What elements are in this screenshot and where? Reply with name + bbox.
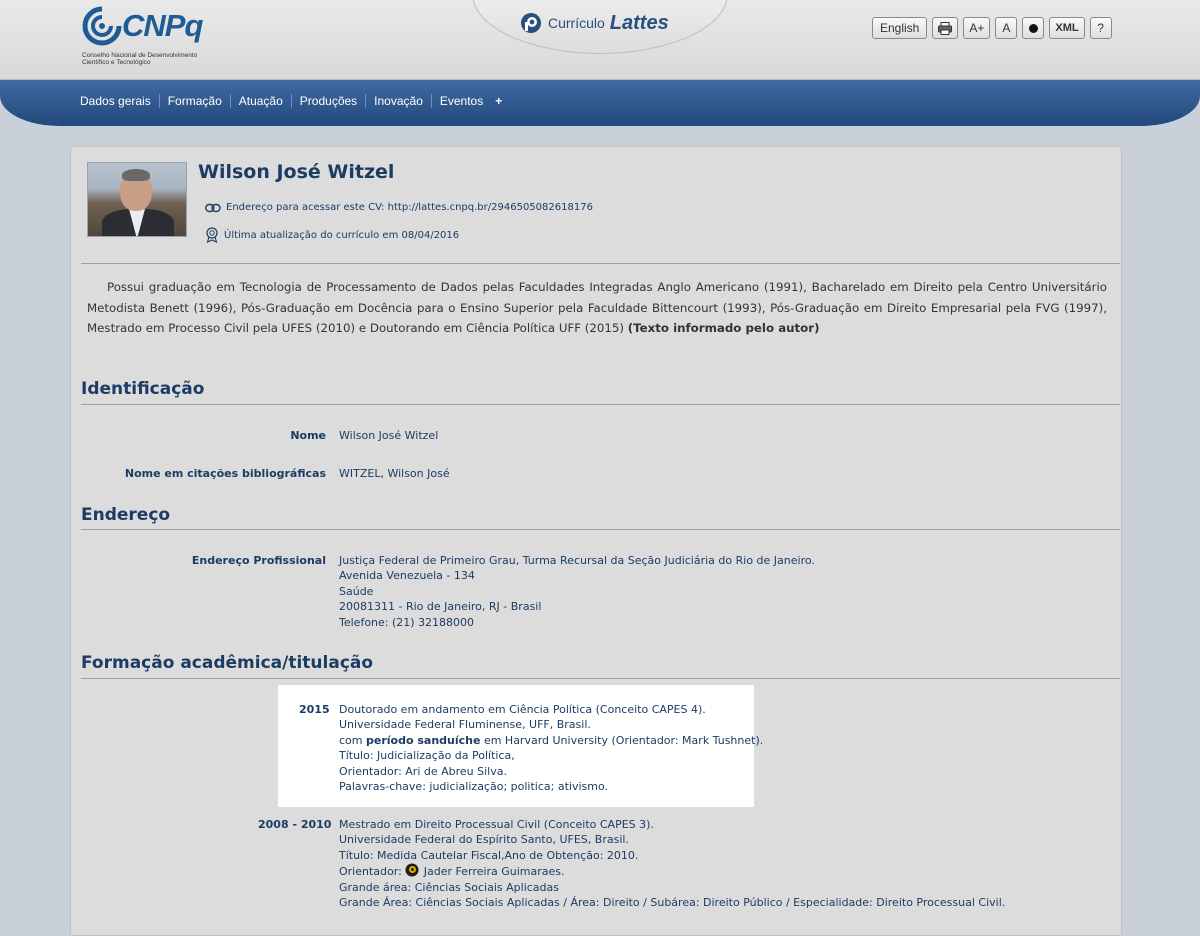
resumo-note: (Texto informado pelo autor) xyxy=(627,321,820,336)
formacao-line: Orientador: Jader Ferreira Guimaraes. xyxy=(339,863,1005,879)
main-nav: Dados gerais Formação Atuação Produções … xyxy=(80,94,506,108)
nav-inovacao[interactable]: Inovação xyxy=(366,94,432,108)
formacao-line: com período sanduíche em Harvard Univers… xyxy=(339,733,763,748)
cv-url-text[interactable]: Endereço para acessar este CV: http://la… xyxy=(226,202,593,213)
citacao-value: WITZEL, Wilson José xyxy=(339,467,450,480)
curriculo-lattes-title[interactable]: Currículo Lattes xyxy=(520,8,669,38)
citacao-label: Nome em citações bibliográficas xyxy=(124,467,326,480)
app-title-curriculo: Currículo xyxy=(548,15,605,31)
nav-atuacao[interactable]: Atuação xyxy=(231,94,292,108)
cnpq-logo-icon xyxy=(82,6,122,46)
section-endereco: Endereço xyxy=(81,505,171,525)
cnpq-logo-text: CNPq xyxy=(122,8,203,43)
last-update-line: Última atualização do currículo em 08/04… xyxy=(205,227,459,243)
formacao-line: Palavras-chave: judicialização; politica… xyxy=(339,780,608,794)
nav-formacao[interactable]: Formação xyxy=(160,94,231,108)
printer-icon xyxy=(938,21,953,35)
cv-content-card: Wilson José Witzel Endereço para acessar… xyxy=(70,146,1122,936)
resumo-text: Possui graduação em Tecnologia de Proces… xyxy=(87,277,1107,339)
divider xyxy=(81,529,1120,530)
endereco-profissional-value: Justiça Federal de Primeiro Grau, Turma … xyxy=(339,553,815,630)
cnpq-logo-subtitle: Conselho Nacional de Desenvolvimento Cie… xyxy=(82,52,222,66)
sanduiche-post: em Harvard University (Orientador: Mark … xyxy=(483,733,764,747)
resumo-body: Possui graduação em Tecnologia de Proces… xyxy=(87,280,1107,336)
divider xyxy=(81,263,1120,264)
sanduiche-bold: período sanduíche xyxy=(366,733,481,747)
last-update-text: Última atualização do currículo em 08/04… xyxy=(224,229,460,241)
english-language-button[interactable]: English xyxy=(872,17,928,39)
endereco-line: Saúde xyxy=(339,584,374,598)
section-identificacao: Identificação xyxy=(81,379,205,399)
toolbar: English A+ A XML ? xyxy=(872,17,1112,39)
link-icon xyxy=(205,203,221,212)
section-formacao: Formação acadêmica/titulação xyxy=(81,653,374,673)
divider xyxy=(81,678,1120,679)
help-button[interactable]: ? xyxy=(1089,17,1112,39)
photo-hair xyxy=(122,169,150,181)
formacao-line: Grande Área: Ciências Sociais Aplicadas … xyxy=(339,896,1006,910)
cnpq-logo[interactable]: CNPq Conselho Nacional de Desenvolviment… xyxy=(82,6,242,72)
xml-button[interactable]: XML xyxy=(1049,17,1085,39)
orientador-label: Orientador: xyxy=(339,865,402,879)
update-badge-icon xyxy=(206,227,218,243)
formacao-line: Título: Medida Cautelar Fiscal,Ano de Ob… xyxy=(339,848,639,862)
nav-wrapper: Dados gerais Formação Atuação Produções … xyxy=(0,80,1200,128)
formacao-line: Orientador: Ari de Abreu Silva. xyxy=(339,764,507,778)
formacao-line: Doutorado em andamento em Ciência Políti… xyxy=(339,703,706,716)
formacao-year: 2015 xyxy=(299,703,330,716)
formacao-year: 2008 - 2010 xyxy=(258,818,332,831)
endereco-profissional-label: Endereço Profissional xyxy=(191,554,326,567)
endereco-line: 20081311 - Rio de Janeiro, RJ - Brasil xyxy=(339,600,542,614)
formacao-entry-mestrado: Mestrado em Direito Processual Civil (Co… xyxy=(339,817,1005,910)
formacao-line: Universidade Federal do Espírito Santo, … xyxy=(339,833,629,847)
nav-producoes[interactable]: Produções xyxy=(292,94,367,108)
formacao-line: Mestrado em Direito Processual Civil (Co… xyxy=(339,818,654,831)
logo-subtitle-line2: Científico e Tecnológico xyxy=(82,59,151,66)
app-title-lattes: Lattes xyxy=(609,11,669,34)
nome-value: Wilson José Witzel xyxy=(339,429,439,442)
divider xyxy=(81,404,1120,405)
formacao-line: Grande área: Ciências Sociais Aplicadas xyxy=(339,880,559,894)
sanduiche-pre: com xyxy=(339,733,363,747)
formacao-entry-doutorado: Doutorado em andamento em Ciência Políti… xyxy=(339,702,763,794)
font-reset-button[interactable]: A xyxy=(995,17,1018,39)
lattes-logo-icon xyxy=(521,13,541,33)
nome-label: Nome xyxy=(290,429,326,442)
endereco-line: Justiça Federal de Primeiro Grau, Turma … xyxy=(339,554,815,567)
font-increase-button[interactable]: A+ xyxy=(963,17,991,39)
main-nav-bar: Dados gerais Formação Atuação Produções … xyxy=(0,80,1200,126)
top-header: CNPq Conselho Nacional de Desenvolviment… xyxy=(0,0,1200,80)
profile-name: Wilson José Witzel xyxy=(198,161,395,183)
nav-eventos[interactable]: Eventos xyxy=(432,94,491,108)
orientador-name: Jader Ferreira Guimaraes. xyxy=(423,865,565,879)
print-button[interactable] xyxy=(932,17,959,39)
cv-url-line[interactable]: Endereço para acessar este CV: http://la… xyxy=(205,202,593,213)
lattes-profile-link-icon[interactable] xyxy=(404,863,420,877)
nav-more-button[interactable]: + xyxy=(491,94,506,108)
endereco-line: Avenida Venezuela - 134 xyxy=(339,569,475,583)
formacao-line: Título: Judicialização da Política, xyxy=(339,749,515,763)
logo-subtitle-line1: Conselho Nacional de Desenvolvimento xyxy=(82,52,198,59)
formacao-line: Universidade Federal Fluminense, UFF, Br… xyxy=(339,718,591,732)
contrast-icon xyxy=(1028,23,1038,33)
endereco-line: Telefone: (21) 32188000 xyxy=(339,615,475,629)
contrast-button[interactable] xyxy=(1022,17,1045,39)
nav-dados-gerais[interactable]: Dados gerais xyxy=(80,94,160,108)
profile-photo xyxy=(87,162,187,237)
